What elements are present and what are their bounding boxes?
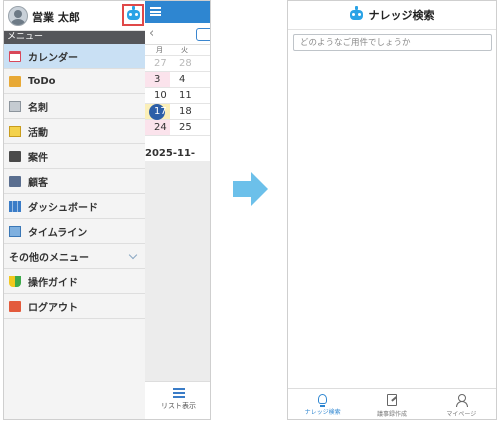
hamburger-menu-icon[interactable]: [150, 7, 161, 16]
calendar-day[interactable]: 25: [170, 120, 195, 135]
chevron-left-icon[interactable]: ‹: [149, 27, 154, 41]
menu-item-label: 操作ガイド: [28, 277, 78, 289]
menu-item-todo[interactable]: ToDo: [4, 69, 145, 94]
weekday-label: 月: [156, 46, 163, 54]
beginner-mark-icon: [9, 275, 21, 287]
avatar[interactable]: [8, 6, 28, 26]
side-menu: カレンダー ToDo 名刺 活動 案件 顧客 ダッシュボード タイムライン その…: [4, 44, 145, 419]
menu-item-timeline[interactable]: タイムライン: [4, 219, 145, 244]
list-view-button[interactable]: リスト表示: [145, 381, 210, 419]
menu-item-calendar[interactable]: カレンダー: [4, 44, 145, 69]
menu-item-label: 顧客: [28, 177, 48, 189]
robot-icon: [126, 6, 140, 20]
tab-label: 議事録作成: [376, 411, 407, 418]
knowledge-search-input[interactable]: [293, 34, 492, 51]
calendar-day[interactable]: 11: [170, 88, 195, 103]
user-bar: 営業 太郎: [4, 1, 145, 31]
tab-label: ナレッジ検索: [304, 409, 341, 416]
menu-item-label: ToDo: [28, 75, 56, 87]
todo-icon: [9, 75, 21, 87]
tab-label: マイページ: [446, 411, 477, 418]
calendar-day[interactable]: 10: [145, 88, 170, 103]
case-icon: [9, 150, 21, 162]
menu-item-logout[interactable]: ログアウト: [4, 294, 145, 319]
robot-icon: [349, 6, 363, 20]
menu-header: メニュー: [4, 31, 145, 44]
list-icon: [172, 388, 185, 398]
knowledge-bot-button[interactable]: [122, 4, 144, 26]
menu-item-label: タイムライン: [28, 227, 88, 239]
calendar-nav: ‹: [145, 23, 210, 45]
calendar-icon: [9, 50, 21, 62]
edit-document-icon: [386, 394, 397, 406]
calendar-day[interactable]: 28: [170, 56, 195, 71]
menu-item-label: カレンダー: [28, 52, 78, 64]
menu-item-label: 活動: [28, 127, 48, 139]
bottom-tab-bar: ナレッジ検索 議事録作成 マイページ: [288, 388, 496, 419]
arrow-right-icon: [233, 172, 268, 206]
calendar-day[interactable]: 24: [145, 120, 170, 135]
chevron-down-icon: [128, 250, 138, 260]
calendar-day[interactable]: 27: [145, 56, 170, 71]
calendar-week-row: 10 11: [145, 88, 210, 104]
customer-icon: [9, 175, 21, 187]
calendar-day[interactable]: 3: [145, 72, 170, 87]
calendar-day-today[interactable]: 17: [145, 104, 170, 120]
menu-item-guide[interactable]: 操作ガイド: [4, 269, 145, 294]
left-phone-screen: 営業 太郎 メニュー カレンダー ToDo 名刺 活動 案件 顧客 ダッシュボー…: [3, 0, 211, 420]
activity-icon: [9, 125, 21, 137]
calendar-grid: 月 火 27 28 3 4 10 11 17 18 24 25: [145, 45, 210, 136]
menu-item-other-menu[interactable]: その他のメニュー: [4, 244, 145, 269]
calendar-month-selector[interactable]: [196, 28, 210, 41]
calendar-header-bar: [145, 1, 210, 23]
user-name: 営業 太郎: [32, 11, 80, 24]
calendar-week-row: 3 4: [145, 72, 210, 88]
tab-mypage[interactable]: マイページ: [427, 389, 496, 419]
menu-item-activity[interactable]: 活動: [4, 119, 145, 144]
calendar-week-row: 17 18: [145, 104, 210, 120]
tab-knowledge-search[interactable]: ナレッジ検索: [288, 389, 357, 419]
calendar-event-area: [145, 161, 210, 381]
right-phone-screen: ナレッジ検索 ナレッジ検索 議事録作成 マイページ: [287, 0, 497, 420]
menu-item-label: 案件: [28, 152, 48, 164]
lightbulb-icon: [318, 394, 328, 407]
tab-minutes[interactable]: 議事録作成: [357, 389, 426, 419]
calendar-week-row: 27 28: [145, 56, 210, 72]
menu-item-customer[interactable]: 顧客: [4, 169, 145, 194]
person-icon: [455, 394, 469, 407]
menu-item-label: その他のメニュー: [9, 252, 89, 264]
page-title: ナレッジ検索: [368, 9, 435, 22]
calendar-day[interactable]: 18: [170, 104, 195, 119]
timeline-icon: [9, 225, 21, 237]
menu-item-label: ダッシュボード: [28, 202, 98, 214]
menu-item-label: ログアウト: [28, 302, 78, 314]
logout-icon: [9, 300, 21, 312]
business-card-icon: [9, 100, 21, 112]
calendar-weekday-row: 月 火: [145, 45, 210, 56]
list-view-label: リスト表示: [161, 402, 196, 410]
dashboard-icon: [9, 200, 21, 212]
weekday-label: 火: [181, 46, 188, 54]
menu-item-label: 名刺: [28, 102, 48, 114]
results-area: [288, 57, 496, 387]
calendar-week-row: 24 25: [145, 120, 210, 136]
calendar-day-label: 17: [154, 106, 167, 117]
menu-item-business-card[interactable]: 名刺: [4, 94, 145, 119]
calendar-day[interactable]: 4: [170, 72, 195, 87]
menu-item-dashboard[interactable]: ダッシュボード: [4, 194, 145, 219]
menu-item-case[interactable]: 案件: [4, 144, 145, 169]
knowledge-search-header: ナレッジ検索: [288, 1, 496, 30]
